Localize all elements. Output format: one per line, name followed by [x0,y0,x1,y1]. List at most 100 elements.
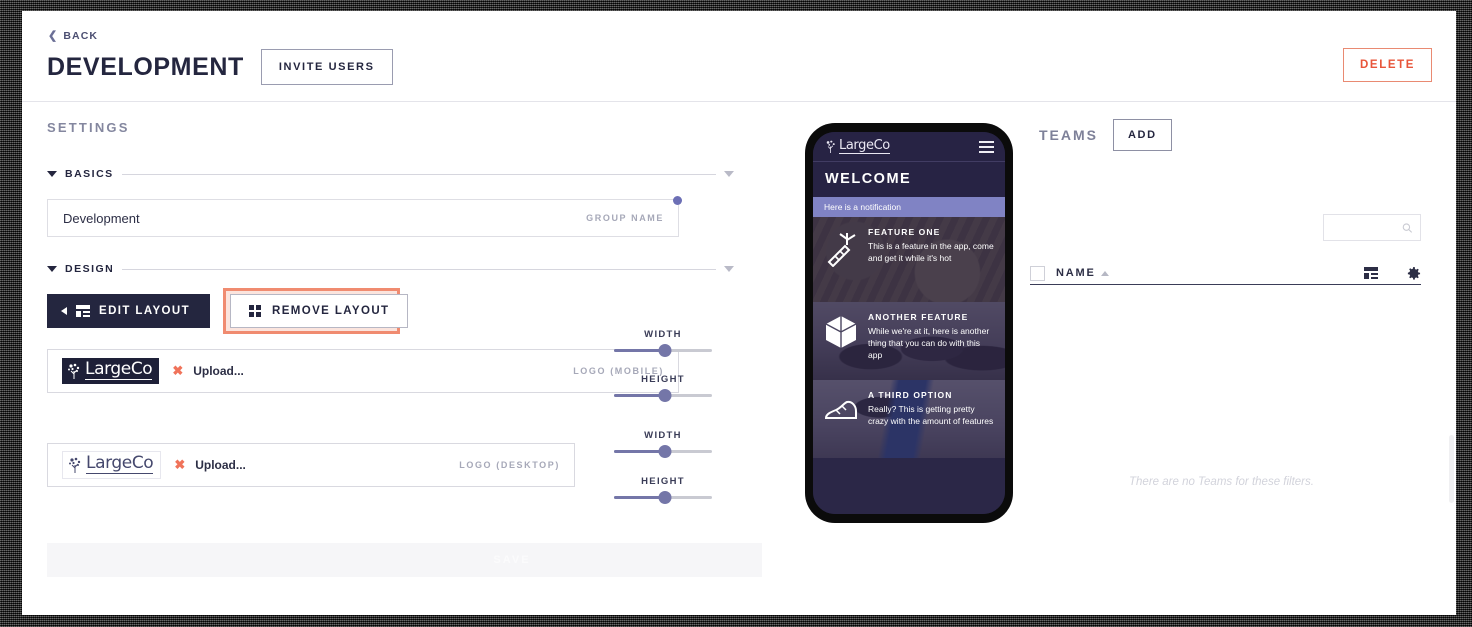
settings-heading: SETTINGS [47,120,130,135]
delete-button[interactable]: DELETE [1343,48,1432,82]
slider-label: WIDTH [644,329,682,340]
logo-mobile-upload-link[interactable]: Upload... [193,364,244,378]
page-scrollbar-thumb[interactable] [1449,435,1454,503]
teams-title: TEAMS [1039,127,1098,143]
back-link-label: BACK [63,30,99,42]
slider-track[interactable] [614,445,712,458]
page-scrollbar-track[interactable] [1449,105,1454,605]
phone-screen: LargeCo WELCOME Here is a notification F… [813,132,1005,514]
teams-table-header: NAME [1030,262,1421,284]
section-rule [121,173,716,175]
section-label-basics: BASICS [65,168,114,180]
column-header-name-label: NAME [1056,267,1096,279]
slider-handle[interactable] [658,344,672,357]
back-link[interactable]: ❮ BACK [48,30,98,42]
slider-label: HEIGHT [641,476,685,487]
phone-app-bar: LargeCo [813,132,1005,162]
column-header-name[interactable]: NAME [1056,267,1109,279]
section-rule [122,268,716,270]
logo-desktop-field-label: LOGO (DESKTOP) [459,460,560,470]
search-input[interactable] [1324,221,1403,234]
feature-description: This is a feature in the app, come and g… [868,241,994,264]
column-settings-icon[interactable] [1364,267,1378,279]
add-team-button[interactable]: ADD [1113,119,1172,151]
remove-layout-button[interactable]: REMOVE LAYOUT [230,294,409,328]
feature-title: A THIRD OPTION [868,390,953,400]
edit-layout-icon [76,305,90,317]
feature-description: While we're at it, here is another thing… [868,326,990,361]
triangle-left-icon [61,307,67,315]
feature-text: FEATURE ONE This is a feature in the app… [868,227,994,293]
teams-search-box[interactable] [1323,214,1421,241]
tree-logo-icon [69,457,81,473]
logo-mobile-text: LargeCo [85,359,153,380]
logo-mobile-remove-icon[interactable]: ✖ [172,363,183,379]
slider-desktop-height: HEIGHT [614,476,712,504]
edit-layout-label: EDIT LAYOUT [99,305,191,317]
tree-logo-icon [68,363,80,379]
logo-desktop-remove-icon[interactable]: ✖ [174,457,185,473]
settings-pane: SETTINGS BASICS Development GROUP NAME D… [22,102,762,615]
feature-description: Really? This is getting pretty crazy wit… [868,404,994,427]
phone-notification-banner: Here is a notification [813,197,1005,217]
page-title: DEVELOPMENT [47,52,244,81]
feature-title: ANOTHER FEATURE [868,312,969,322]
phone-feature-item: A THIRD OPTION Really? This is getting p… [813,380,1005,458]
slider-label: WIDTH [644,430,682,441]
triangle-down-icon [47,266,57,272]
slider-handle[interactable] [658,389,672,402]
feature-text: ANOTHER FEATURE While we're at it, here … [868,312,994,371]
slider-desktop-width: WIDTH [614,430,712,458]
feature-text: A THIRD OPTION Really? This is getting p… [868,390,994,449]
remove-layout-icon [249,304,262,318]
teams-header: TEAMS ADD [1039,119,1172,151]
slider-mobile-width: WIDTH [614,329,712,357]
chevron-down-icon[interactable] [724,266,734,272]
section-label-design: DESIGN [65,263,115,275]
phone-feature-item: ANOTHER FEATURE While we're at it, here … [813,302,1005,380]
save-button[interactable]: SAVE [47,543,762,577]
slider-fill [614,450,665,453]
slider-fill [614,349,665,352]
chevron-left-icon: ❮ [48,29,59,42]
logo-desktop-upload-link[interactable]: Upload... [195,458,246,472]
section-header-basics[interactable]: BASICS [47,168,734,180]
phone-welcome-title: WELCOME [813,162,1005,197]
carrot-icon [823,227,859,293]
logo-mobile-preview: LargeCo [62,358,160,384]
slider-track[interactable] [614,491,712,504]
group-name-field[interactable]: Development GROUP NAME [47,196,682,237]
slider-fill [614,496,665,499]
gear-icon[interactable] [1406,266,1421,281]
phone-feature-item: FEATURE ONE This is a feature in the app… [813,217,1005,302]
unsaved-indicator-dot [673,196,682,205]
slider-track[interactable] [614,344,712,357]
logo-desktop-text: LargeCo [86,453,154,474]
chevron-down-icon[interactable] [724,171,734,177]
edit-layout-button[interactable]: EDIT LAYOUT [47,294,211,328]
teams-empty-message: There are no Teams for these filters. [1129,476,1314,488]
phone-logo: LargeCo [824,139,890,154]
invite-users-button[interactable]: INVITE USERS [260,49,393,85]
slider-fill [614,394,665,397]
slider-handle[interactable] [658,491,672,504]
screenshot-bezel: ❮ BACK DEVELOPMENT INVITE USERS DELETE S… [0,0,1472,627]
triangle-down-icon [47,171,57,177]
slider-track[interactable] [614,389,712,402]
tree-logo-icon [826,140,835,153]
logo-desktop-row: LargeCo ✖ Upload... LOGO (DESKTOP) [47,443,575,487]
hamburger-icon[interactable] [979,140,994,153]
teams-pane: TEAMS ADD NAME There are no Teams for th… [1022,102,1456,615]
phone-preview-frame: LargeCo WELCOME Here is a notification F… [805,123,1013,523]
phone-logo-text: LargeCo [839,138,890,154]
box-icon [823,312,859,371]
slider-handle[interactable] [658,445,672,458]
remove-layout-label: REMOVE LAYOUT [272,305,390,317]
select-all-checkbox[interactable] [1030,265,1045,281]
app-window: ❮ BACK DEVELOPMENT INVITE USERS DELETE S… [22,11,1456,615]
shoe-icon [823,390,859,449]
phone-empty-area [813,458,1005,514]
section-header-design[interactable]: DESIGN [47,263,734,275]
group-name-value: Development [63,210,140,226]
teams-table-rule [1030,284,1421,285]
